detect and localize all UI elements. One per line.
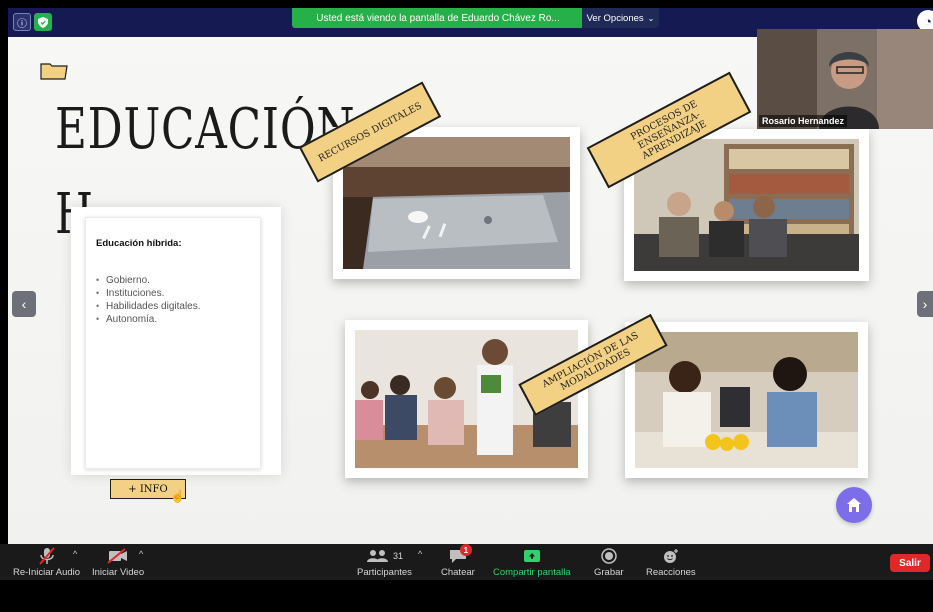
chat-unread-badge: 1 xyxy=(459,544,472,556)
list-item: Instituciones. xyxy=(96,287,246,300)
camera-off-icon xyxy=(107,546,129,566)
list-item: Autonomía. xyxy=(96,313,246,326)
participants-label: Participantes xyxy=(357,567,412,578)
chat-button[interactable]: 1 Chatear xyxy=(441,544,475,578)
info-card-list: Gobierno. Instituciones. Habilidades dig… xyxy=(96,274,246,326)
sharing-banner: Usted está viendo la pantalla de Eduardo… xyxy=(292,8,584,28)
info-card-heading: Educación híbrida: xyxy=(96,238,182,249)
video-label: Iniciar Video xyxy=(92,567,145,578)
info-icon[interactable]: ⓘ xyxy=(13,13,31,31)
reactions-button[interactable]: Reacciones xyxy=(646,546,696,578)
reactions-label: Reacciones xyxy=(646,567,696,578)
microphone-muted-icon xyxy=(37,546,57,566)
participant-avatar xyxy=(757,29,933,129)
shield-icon[interactable] xyxy=(34,13,52,31)
chevron-right-icon: › xyxy=(922,296,928,312)
participant-name: Rosario Hernandez xyxy=(759,115,848,127)
view-options-button[interactable]: Ver Opciones ⌄ xyxy=(582,8,659,28)
hand-cursor-icon: ☝ xyxy=(170,489,185,503)
share-screen-icon xyxy=(523,546,541,566)
previous-slide-button[interactable]: ‹ xyxy=(12,291,36,317)
folder-icon[interactable] xyxy=(40,62,68,80)
video-button[interactable]: Iniciar Video xyxy=(92,546,144,578)
chat-label: Chatear xyxy=(441,567,475,578)
share-screen-label: Compartir pantalla xyxy=(493,567,571,578)
participants-icon xyxy=(366,550,388,562)
chevron-left-icon: ‹ xyxy=(21,296,27,312)
home-button[interactable] xyxy=(836,487,872,523)
smiley-plus-icon xyxy=(662,546,680,566)
audio-label: Re-Iniciar Audio xyxy=(13,567,81,578)
chevron-up-icon[interactable]: ^ xyxy=(139,549,143,559)
share-screen-button[interactable]: Compartir pantalla xyxy=(493,546,571,578)
audio-button[interactable]: Re-Iniciar Audio xyxy=(13,546,80,578)
participants-icon-group: 31 xyxy=(366,546,403,566)
next-slide-button[interactable]: › xyxy=(917,291,933,317)
home-icon xyxy=(847,498,861,512)
view-options-label: Ver Opciones xyxy=(586,12,644,24)
participants-count: 31 xyxy=(392,551,403,561)
record-icon xyxy=(601,546,617,566)
info-card-panel: Educación híbrida: Gobierno. Institucion… xyxy=(85,217,261,469)
meeting-window: ⓘ Usted está viendo la pantalla de Eduar… xyxy=(0,0,933,612)
chevron-down-icon: ⌄ xyxy=(647,13,655,23)
list-item: Habilidades digitales. xyxy=(96,300,246,313)
chevron-up-icon[interactable]: ^ xyxy=(73,549,77,559)
chevron-up-icon[interactable]: ^ xyxy=(418,549,422,559)
participant-video[interactable]: Rosario Hernandez xyxy=(757,29,933,129)
record-button[interactable]: Grabar xyxy=(594,546,624,578)
list-item: Gobierno. xyxy=(96,274,246,287)
participants-button[interactable]: 31 Participantes xyxy=(357,546,412,578)
meeting-toolbar: Re-Iniciar Audio ^ Iniciar Video ^ 31 Pa… xyxy=(0,544,933,580)
exit-button[interactable]: Salir xyxy=(890,554,930,572)
info-card: Educación híbrida: Gobierno. Institucion… xyxy=(71,207,281,475)
record-label: Grabar xyxy=(594,567,624,578)
chat-icon: 1 xyxy=(449,544,472,566)
